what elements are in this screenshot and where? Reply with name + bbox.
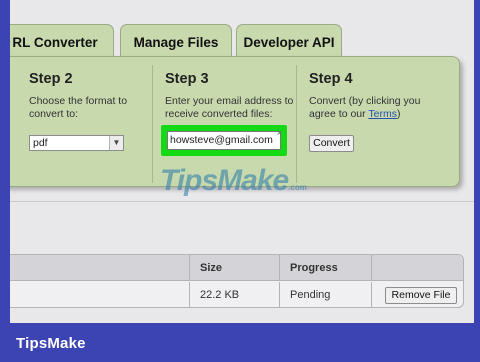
step-4-instructions: Convert (by clicking you agree to our Te… — [309, 95, 429, 121]
table-header: Size Progress — [10, 255, 463, 281]
terms-link[interactable]: Terms — [368, 108, 397, 120]
email-field[interactable]: howsteve@gmail.com — [167, 131, 281, 150]
column-header-actions — [371, 255, 463, 280]
step-3-title: Step 3 — [165, 71, 209, 87]
tab-manage-files[interactable]: Manage Files — [120, 24, 232, 60]
section-divider — [10, 201, 474, 202]
file-actions-cell: Remove File — [371, 282, 463, 307]
watermark-logo: TipsMake.com — [160, 164, 307, 198]
watermark-suffix: .com — [288, 183, 307, 192]
files-table: Size Progress 22.2 KB Pending Remove Fil… — [10, 254, 464, 308]
step-3: Step 3 Enter your email address to recei… — [165, 71, 295, 121]
watermark-text: TipsMake — [160, 164, 289, 197]
clear-icon[interactable]: × — [277, 128, 282, 139]
remove-file-button[interactable]: Remove File — [385, 287, 457, 304]
step-2-instructions: Choose the format to convert to: — [29, 95, 128, 120]
file-size-cell: 22.2 KB — [189, 282, 279, 307]
app-window: RL Converter Manage Files Developer API … — [10, 0, 474, 323]
table-row: 22.2 KB Pending Remove File — [10, 282, 463, 307]
file-progress-cell: Pending — [279, 282, 371, 307]
column-header-name — [10, 255, 189, 280]
step-2: Step 2 Choose the format to convert to: — [29, 71, 139, 121]
chevron-down-icon[interactable]: ▼ — [109, 136, 123, 150]
column-header-progress: Progress — [279, 255, 371, 280]
step-4-text: Convert (by clicking you agree to our — [309, 95, 421, 120]
step-4-title: Step 4 — [309, 71, 353, 87]
tab-bar: RL Converter Manage Files Developer API — [10, 24, 474, 60]
footer-brand-logo: TipsMake — [16, 335, 86, 352]
format-select[interactable]: pdf ▼ — [29, 135, 124, 151]
step-divider — [152, 65, 153, 183]
tab-url-converter[interactable]: RL Converter — [10, 24, 114, 60]
convert-button[interactable]: Convert — [309, 135, 354, 152]
step-4: Step 4 Convert (by clicking you agree to… — [309, 71, 429, 121]
column-header-size: Size — [189, 255, 279, 280]
step-3-instructions: Enter your email address to receive conv… — [165, 95, 294, 120]
tab-developer-api[interactable]: Developer API — [236, 24, 342, 60]
format-select-value: pdf — [33, 137, 48, 149]
email-field-highlight: howsteve@gmail.com × — [161, 125, 287, 156]
step-4-text-end: ) — [396, 108, 401, 120]
file-name-cell — [10, 282, 189, 307]
step-2-title: Step 2 — [29, 71, 73, 87]
email-field-value: howsteve@gmail.com — [170, 134, 273, 146]
